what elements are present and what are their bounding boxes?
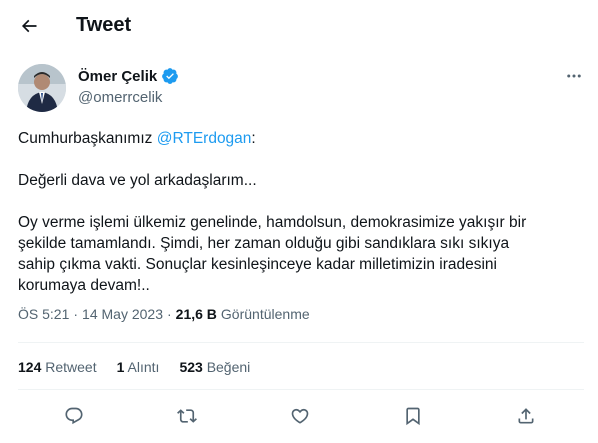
bookmark-icon	[406, 407, 420, 426]
tweet-time[interactable]: ÖS 5:21	[18, 306, 69, 322]
tweet-line: Oy verme işlemi ülkemiz genelinde, hamdo…	[18, 214, 527, 231]
tweet-line: Cumhurbaşkanımız @RTErdogan:	[18, 128, 584, 149]
share-button[interactable]	[512, 402, 540, 430]
quotes-label: Alıntı	[127, 359, 160, 375]
views-count: 21,6 B	[175, 306, 217, 322]
bookmark-button[interactable]	[399, 402, 427, 430]
tweet-actions	[0, 396, 598, 436]
like-icon	[291, 408, 309, 424]
author-name-row[interactable]: Ömer Çelik	[78, 67, 179, 85]
retweet-button[interactable]	[173, 402, 201, 430]
retweets-label: Retweet	[45, 359, 97, 375]
mention-link[interactable]: @RTErdogan	[157, 130, 252, 147]
author-name[interactable]: Ömer Çelik	[78, 68, 157, 85]
quotes-count: 1	[116, 359, 125, 375]
tweet-date[interactable]: 14 May 2023	[82, 306, 163, 322]
author-handle[interactable]: @omerrcelik	[78, 89, 162, 106]
reply-icon	[65, 407, 83, 425]
likes-stat[interactable]: 523 Beğeni	[179, 359, 250, 375]
more-options-button[interactable]	[562, 64, 586, 88]
meta-separator: ·	[73, 306, 79, 322]
avatar-image	[18, 64, 66, 112]
tweet-line: Değerli dava ve yol arkadaşlarım...	[18, 172, 257, 189]
divider	[18, 342, 584, 343]
tweet-line: korumaya devam!..	[18, 277, 150, 294]
tweet-header: Tweet	[0, 0, 598, 53]
meta-separator: ·	[167, 306, 172, 322]
views-label: Görüntülenme	[220, 306, 310, 322]
verified-badge-icon	[162, 68, 179, 84]
retweets-count: 124	[18, 359, 42, 375]
tweet-line: sahip çıkma vakti. Sonuçlar kesinleşince…	[18, 256, 497, 273]
tweet-meta: ÖS 5:21 · 14 May 2023 · 21,6 B Görüntüle…	[18, 306, 310, 322]
quotes-stat[interactable]: 1 Alıntı	[117, 359, 160, 375]
reply-button[interactable]	[60, 402, 88, 430]
likes-count: 523	[179, 359, 203, 375]
arrow-left-icon	[21, 19, 37, 33]
like-button[interactable]	[286, 402, 314, 430]
divider	[18, 389, 584, 390]
tweet-body: Cumhurbaşkanımız @RTErdogan: Değerli dav…	[18, 128, 584, 296]
tweet-line: şekilde tamamlandı. Şimdi, her zaman old…	[18, 235, 510, 252]
tweet-stats: 124 Retweet 1 Alıntı 523 Beğeni	[18, 359, 250, 375]
back-button[interactable]	[14, 11, 44, 41]
share-icon	[518, 408, 534, 424]
tweet-text-span: Cumhurbaşkanımız	[18, 130, 157, 147]
retweet-icon	[177, 409, 197, 423]
avatar[interactable]	[18, 64, 66, 112]
retweets-stat[interactable]: 124 Retweet	[18, 359, 97, 375]
likes-label: Beğeni	[206, 359, 251, 375]
page-title: Tweet	[76, 14, 132, 36]
more-dots-icon	[567, 74, 581, 78]
tweet-text-span: :	[251, 130, 256, 147]
